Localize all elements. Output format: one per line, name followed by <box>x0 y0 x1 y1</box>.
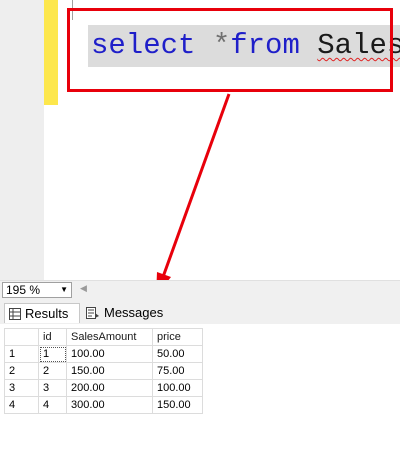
grid-corner-cell[interactable] <box>4 328 39 346</box>
tab-results[interactable]: Results <box>4 303 80 323</box>
zoom-level-dropdown[interactable]: 195 % ▼ <box>2 282 72 298</box>
cell-id[interactable]: 4 <box>38 396 67 414</box>
zoom-level-value: 195 % <box>6 283 41 297</box>
editor-gutter <box>0 0 44 280</box>
row-number[interactable]: 2 <box>4 362 39 380</box>
tab-results-label: Results <box>25 306 69 321</box>
cell-price[interactable]: 50.00 <box>152 345 203 363</box>
chevron-down-icon: ▼ <box>60 285 68 294</box>
results-tab-strip: Results Messages <box>0 300 400 324</box>
cell-id[interactable]: 3 <box>38 379 67 397</box>
table-row: 3 3 200.00 100.00 <box>4 379 203 397</box>
cell-salesamount[interactable]: 200.00 <box>66 379 153 397</box>
grid-icon <box>9 308 21 320</box>
results-grid-area: id SalesAmount price 1 1 100.00 50.00 2 … <box>0 324 400 462</box>
cell-salesamount[interactable]: 150.00 <box>66 362 153 380</box>
cell-price[interactable]: 100.00 <box>152 379 203 397</box>
tab-messages[interactable]: Messages <box>84 303 168 323</box>
messages-icon <box>86 307 99 319</box>
cell-salesamount[interactable]: 300.00 <box>66 396 153 414</box>
column-header-price[interactable]: price <box>152 328 203 346</box>
cell-salesamount[interactable]: 100.00 <box>66 345 153 363</box>
row-number[interactable]: 3 <box>4 379 39 397</box>
cell-id[interactable]: 2 <box>38 362 67 380</box>
table-row: 2 2 150.00 75.00 <box>4 362 203 380</box>
column-header-salesamount[interactable]: SalesAmount <box>66 328 153 346</box>
status-row: 195 % ▼ ◀ <box>0 280 400 300</box>
table-row: 1 1 100.00 50.00 <box>4 345 203 363</box>
scroll-left-arrow-icon[interactable]: ◀ <box>80 283 87 294</box>
results-grid: id SalesAmount price 1 1 100.00 50.00 2 … <box>4 328 203 414</box>
tab-messages-label: Messages <box>104 305 164 320</box>
annotation-highlight-box <box>67 8 393 92</box>
query-editor[interactable]: select *from Sales <box>0 0 400 280</box>
change-indicator-bar <box>44 0 58 105</box>
row-number[interactable]: 1 <box>4 345 39 363</box>
cell-price[interactable]: 150.00 <box>152 396 203 414</box>
table-row: 4 4 300.00 150.00 <box>4 396 203 414</box>
cell-id[interactable]: 1 <box>38 345 67 363</box>
column-header-id[interactable]: id <box>38 328 67 346</box>
grid-header-row: id SalesAmount price <box>4 328 203 346</box>
cell-price[interactable]: 75.00 <box>152 362 203 380</box>
row-number[interactable]: 4 <box>4 396 39 414</box>
